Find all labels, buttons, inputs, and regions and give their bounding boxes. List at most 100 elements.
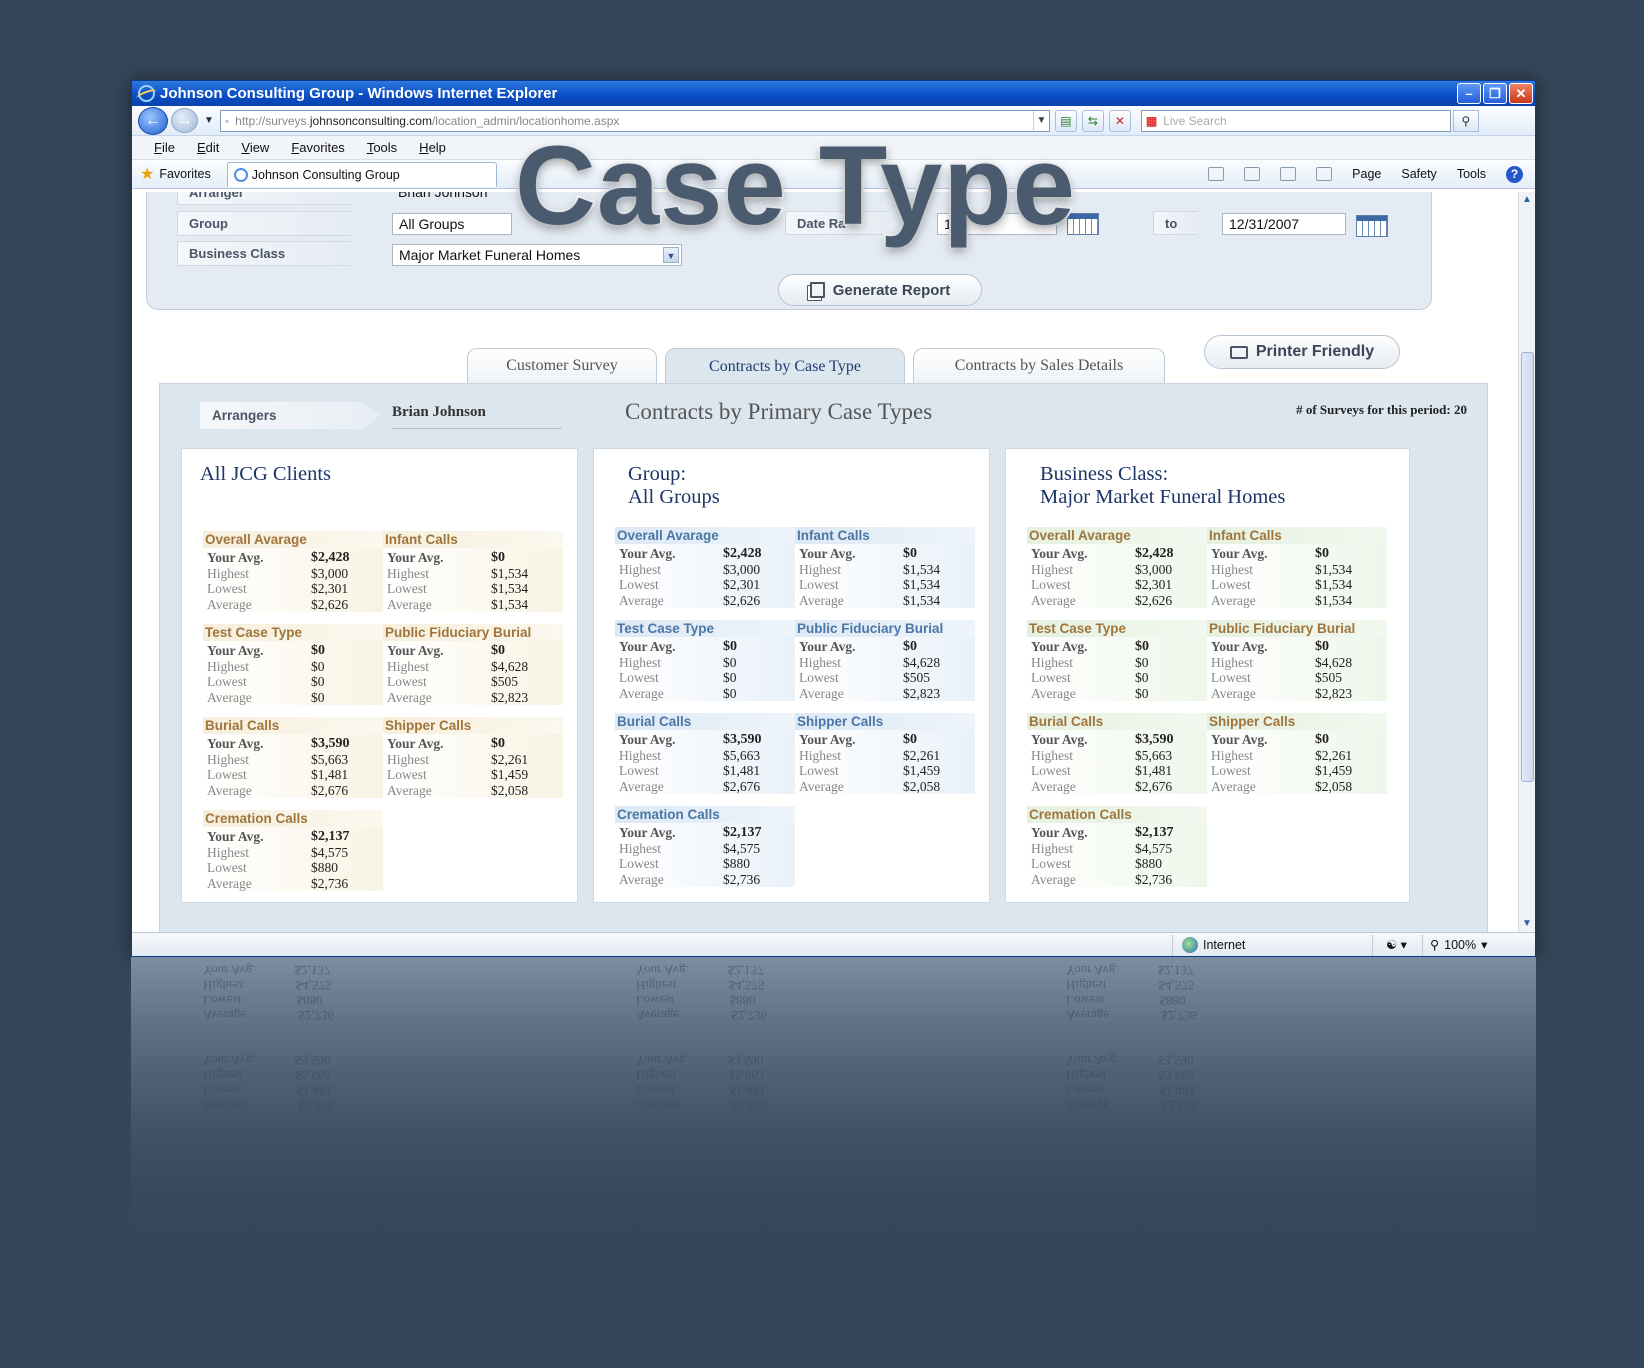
stat-row: Your Avg. $0 [207, 643, 383, 659]
group-label: Group [177, 211, 365, 236]
tab-contracts-by-case-type[interactable]: Contracts by Case Type [665, 348, 905, 384]
tab-contracts-by-sales-details[interactable]: Contracts by Sales Details [913, 348, 1165, 383]
stat-row: Lowest $505 [1211, 670, 1387, 686]
print-icon[interactable] [1316, 167, 1333, 181]
stat-row-value: $2,736 [311, 875, 349, 891]
stat-row: Lowest $1,534 [799, 577, 975, 593]
menu-view[interactable]: View [241, 140, 269, 155]
stat-row-value: $2,823 [1315, 685, 1353, 701]
refresh-icon[interactable]: ⇆ [1081, 109, 1104, 132]
favorites-button[interactable]: Favorites [159, 167, 210, 181]
vertical-scrollbar[interactable]: ▲ ▼ [1518, 192, 1535, 932]
zoom-icon: ⚲ [1430, 938, 1440, 952]
stat-row: Highest $4,575 [1031, 841, 1207, 857]
group-select[interactable]: All Groups [392, 213, 512, 235]
stat-row-label: Lowest [387, 674, 427, 689]
stat-row-label: Your Avg. [799, 732, 856, 747]
stat-heading: Infant Calls [795, 527, 975, 544]
stat-row-value: $2,301 [1135, 577, 1173, 592]
stat-row-value: $0 [903, 639, 917, 654]
stat-block: Cremation Calls Your Avg. $2,137 Highest $4,… [203, 810, 383, 894]
back-button[interactable]: ← [138, 106, 168, 135]
stat-row-value: $1,534 [491, 596, 529, 612]
stat-row-label: Average [387, 689, 432, 705]
stat-row-value: $505 [491, 674, 518, 689]
menu-file[interactable]: File [154, 140, 175, 155]
feeds-icon[interactable] [1244, 167, 1261, 181]
date-to-input[interactable]: 12/31/2007 [1222, 213, 1346, 235]
chevron-down-icon[interactable]: ▼ [663, 247, 679, 263]
menu-edit[interactable]: Edit [197, 140, 219, 155]
scroll-down-icon[interactable]: ▼ [1519, 916, 1535, 932]
stat-block: Test Case Type Your Avg. $0 Highest $0 Lowest… [1027, 620, 1207, 704]
stat-row-label: Lowest [1211, 670, 1251, 685]
menu-help[interactable]: Help [419, 140, 446, 155]
protected-mode-icon[interactable]: ☯ ▾ [1386, 937, 1407, 952]
stat-row-label: Highest [799, 747, 841, 763]
stat-heading: Public Fiduciary Burial [1207, 620, 1387, 637]
stat-row: Highest $1,534 [799, 562, 975, 578]
zone-text: Internet [1203, 938, 1246, 952]
stat-row-value: $0 [723, 670, 737, 685]
stat-row: Your Avg. $2,428 [1031, 546, 1207, 562]
safety-menu[interactable]: Safety [1401, 167, 1436, 181]
forward-button[interactable]: → [171, 108, 198, 133]
stop-icon[interactable]: ✕ [1108, 109, 1131, 132]
home-icon[interactable] [1208, 167, 1225, 181]
stat-row-label: Your Avg. [1211, 732, 1268, 747]
stat-row-label: Average [1031, 871, 1076, 887]
generate-report-button[interactable]: Generate Report [778, 274, 982, 306]
stat-heading: Overall Avarage [203, 531, 383, 548]
stat-row: Lowest $1,459 [799, 763, 975, 779]
stat-row: Lowest $1,459 [1211, 763, 1387, 779]
stat-row-value: $2,676 [723, 778, 761, 794]
stat-row-value: $1,481 [1135, 763, 1173, 778]
minimize-button[interactable]: – [1457, 83, 1481, 104]
stat-row: Average $2,736 [1031, 872, 1207, 888]
stat-row: Highest $0 [207, 659, 383, 675]
scroll-up-icon[interactable]: ▲ [1519, 192, 1535, 208]
browser-tab[interactable]: Johnson Consulting Group [226, 161, 497, 187]
stat-row: Highest $1,534 [387, 566, 563, 582]
stat-row-value: $2,261 [1315, 747, 1353, 763]
page-menu[interactable]: Page [1352, 167, 1381, 181]
calendar-to-icon[interactable] [1356, 215, 1388, 237]
stat-row-value: $4,575 [723, 840, 761, 856]
stat-row: Highest $4,628 [387, 659, 563, 675]
menu-tools[interactable]: Tools [367, 140, 397, 155]
tools-menu[interactable]: Tools [1457, 167, 1486, 181]
stat-row: Average $0 [619, 686, 795, 702]
maximize-button[interactable]: ❐ [1483, 83, 1507, 104]
stat-row-value: $1,534 [903, 561, 941, 577]
stat-row-value: $2,137 [723, 825, 762, 840]
stat-row-value: $2,626 [1135, 592, 1173, 608]
printer-friendly-button[interactable]: Printer Friendly [1204, 335, 1400, 369]
menu-favorites[interactable]: Favorites [291, 140, 344, 155]
stat-row-value: $0 [903, 732, 917, 747]
close-button[interactable]: ✕ [1509, 83, 1533, 104]
search-input[interactable]: ▦ Live Search [1140, 109, 1451, 132]
stat-row-label: Your Avg. [619, 825, 676, 840]
zoom-control[interactable]: ⚲ 100% ▾ [1430, 937, 1487, 953]
tab-customer-survey[interactable]: Customer Survey [467, 348, 657, 383]
stat-row: Highest $4,628 [799, 655, 975, 671]
stat-block: Overall Avarage Your Avg. $2,428 Highest $3,… [203, 531, 383, 615]
stat-row-label: Highest [1031, 840, 1073, 856]
stat-row-value: $2,058 [491, 782, 529, 798]
help-icon[interactable]: ? [1506, 165, 1523, 183]
search-icon[interactable]: ⚲ [1452, 109, 1479, 132]
stat-row-label: Lowest [387, 767, 427, 782]
stat-row-label: Highest [619, 654, 661, 670]
history-dropdown-icon[interactable]: ▼ [204, 115, 214, 126]
stat-row-value: $2,137 [1135, 825, 1174, 840]
mail-icon[interactable] [1280, 167, 1297, 181]
stat-heading: Burial Calls [203, 717, 383, 734]
scroll-thumb[interactable] [1521, 352, 1534, 782]
stat-heading: Infant Calls [1207, 527, 1387, 544]
stat-row-label: Average [387, 782, 432, 798]
survey-count: # of Surveys for this period: 20 [1296, 402, 1467, 417]
stat-row-value: $3,000 [311, 565, 349, 581]
stat-row: Lowest $505 [387, 674, 563, 690]
stat-heading: Infant Calls [383, 531, 563, 548]
favorites-star-icon[interactable]: ★ [140, 164, 154, 184]
